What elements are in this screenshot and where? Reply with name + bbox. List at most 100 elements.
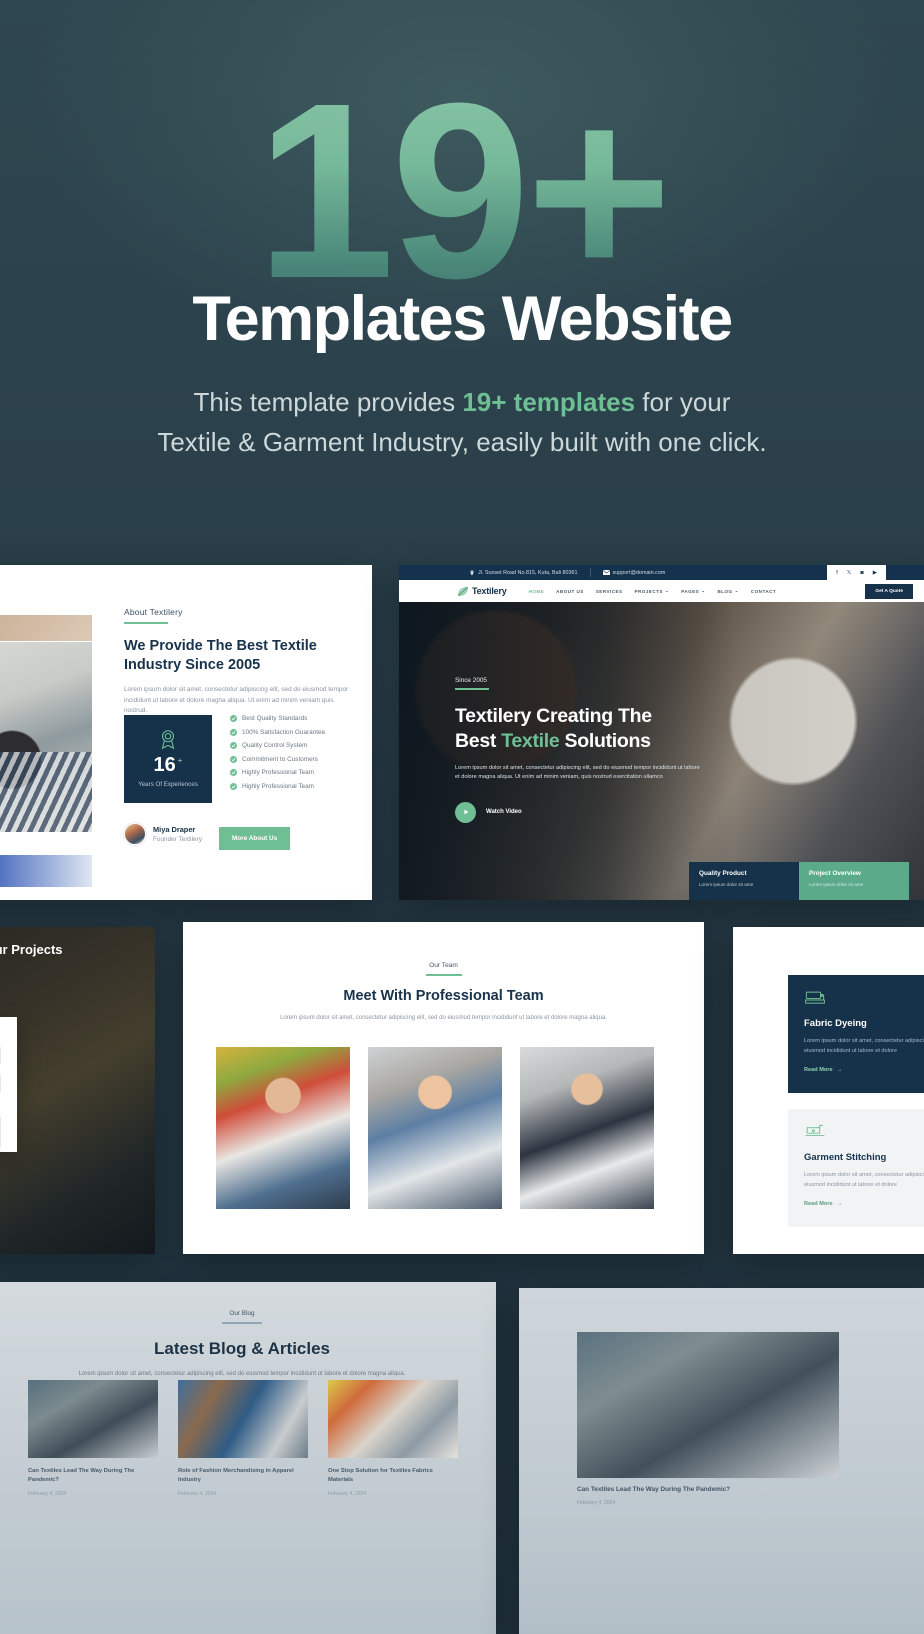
topbar-email[interactable]: support@domain.com bbox=[591, 565, 678, 580]
stitching-machine-icon bbox=[804, 1123, 826, 1141]
nav-item-about-us[interactable]: ABOUT US bbox=[556, 589, 584, 594]
site-logo[interactable]: Textilery bbox=[457, 586, 507, 597]
post-thumbnail bbox=[328, 1380, 458, 1458]
service-card-garment-stitching[interactable]: Garment Stitching Lorem ipsum dolor sit … bbox=[788, 1109, 924, 1227]
nav-item-services[interactable]: SERVICES bbox=[596, 589, 623, 594]
x-twitter-icon[interactable]: 𝕏 bbox=[847, 570, 852, 576]
main-nav: HOME ABOUT US SERVICES PROJECTS ⌄ PAGES ⌄ … bbox=[529, 588, 777, 594]
founder-name: Miya Draper bbox=[153, 825, 196, 834]
site-topbar: Jl. Sunset Road No.815, Kuta, Bali 80361… bbox=[399, 565, 924, 580]
blog-template-card[interactable]: Our Blog Latest Blog & Articles Lorem ip… bbox=[0, 1282, 496, 1634]
stat-plus: + bbox=[177, 756, 183, 766]
blog-heading: Latest Blog & Articles bbox=[153, 1338, 331, 1358]
homepage-template-card[interactable]: Jl. Sunset Road No.815, Kuta, Bali 80361… bbox=[399, 565, 924, 900]
arrow-right-icon: → bbox=[836, 1201, 843, 1207]
experience-stat-box: 16 + Years Of Experiences bbox=[124, 715, 212, 803]
headline-line2a: Best bbox=[455, 729, 502, 752]
list-item[interactable]: Role of Fashion Merchandising in Apparel… bbox=[178, 1380, 308, 1497]
feature-card-desc: Lorem ipsum dolor sit ame bbox=[809, 882, 864, 887]
hero-sub-before: This template provides bbox=[193, 387, 463, 417]
eyebrow-rule bbox=[124, 622, 168, 624]
youtube-icon[interactable]: ▶ bbox=[873, 570, 877, 576]
team-member-2-photo[interactable] bbox=[368, 1047, 502, 1209]
feature-card-quality-product[interactable]: Quality Product Lorem ipsum dolor sit am… bbox=[689, 862, 799, 900]
feature-label: 100% Satisfaction Guarantee bbox=[242, 728, 326, 736]
nav-item-projects[interactable]: PROJECTS ⌄ bbox=[635, 588, 670, 594]
nav-item-home[interactable]: HOME bbox=[529, 589, 545, 594]
since-label: Since 2005 bbox=[455, 677, 487, 684]
instagram-icon[interactable]: ◙ bbox=[860, 570, 863, 576]
about-eyebrow: About Textilery bbox=[124, 607, 183, 617]
feature-card-title: Quality Product bbox=[699, 870, 747, 877]
service-title: Garment Stitching bbox=[804, 1152, 887, 1163]
chevron-down-icon: ⌄ bbox=[734, 588, 739, 593]
service-desc: Lorem ipsum dolor sit amet, consectetur … bbox=[804, 1038, 924, 1054]
nav-item-contact[interactable]: CONTACT bbox=[751, 589, 776, 594]
topbar-address: Jl. Sunset Road No.815, Kuta, Bali 80361 bbox=[457, 565, 590, 580]
read-more-label: Read More bbox=[804, 1067, 833, 1073]
contact-form-panel[interactable]: Email Email Address ▾ bbox=[0, 1017, 17, 1152]
facebook-icon[interactable]: f bbox=[836, 570, 838, 576]
blog-eyebrow: Our Blog bbox=[229, 1310, 255, 1317]
about-body: About Textilery We Provide The Best Text… bbox=[124, 607, 354, 717]
list-item: Commitment to Customers bbox=[230, 755, 372, 763]
blog-paragraph: Lorem ipsum dolor sit amet, consectetur … bbox=[78, 1370, 406, 1377]
founder-block: Miya Draper Founder Textilery bbox=[124, 823, 202, 845]
team-paragraph: Lorem ipsum dolor sit amet, consectetur … bbox=[280, 1014, 607, 1021]
check-circle-icon bbox=[230, 755, 237, 763]
blog-detail-template-card[interactable]: Can Textiles Lead The Way During The Pan… bbox=[519, 1288, 924, 1634]
services-template-card[interactable]: Fabric Dyeing Lorem ipsum dolor sit amet… bbox=[733, 927, 924, 1254]
post-date: February 4, 2024 bbox=[577, 1500, 616, 1506]
message-textarea[interactable] bbox=[0, 1117, 1, 1147]
about-paragraph: Lorem ipsum dolor sit amet, consectetur … bbox=[124, 686, 349, 714]
social-links[interactable]: f 𝕏 ◙ ▶ bbox=[827, 565, 886, 580]
more-about-us-button[interactable]: More About Us bbox=[219, 827, 291, 850]
stat-value: 16 bbox=[153, 754, 176, 776]
post-date: February 4, 2024 bbox=[28, 1491, 67, 1497]
team-member-1-photo[interactable] bbox=[216, 1047, 350, 1209]
textilery-leaf-icon bbox=[458, 586, 468, 596]
hero-section: 19+ Templates Website This template prov… bbox=[0, 0, 924, 560]
email-input[interactable]: Email Address bbox=[0, 1047, 1, 1064]
feature-card-desc: Lorem ipsum dolor sit ame bbox=[699, 882, 754, 887]
get-a-quote-button[interactable]: Get A Quote bbox=[865, 583, 913, 599]
nav-item-pages[interactable]: PAGES ⌄ bbox=[681, 588, 705, 594]
hero-subtitle: This template provides 19+ templates for… bbox=[0, 382, 924, 462]
feature-label: Best Quality Standards bbox=[242, 715, 308, 722]
list-item[interactable]: Can Textiles Lead The Way During The Pan… bbox=[28, 1380, 158, 1497]
address-text: Jl. Sunset Road No.815, Kuta, Bali 80361 bbox=[478, 569, 578, 576]
read-more-link[interactable]: Read More → bbox=[804, 1201, 924, 1207]
team-grid bbox=[216, 1047, 654, 1209]
service-card-fabric-dyeing[interactable]: Fabric Dyeing Lorem ipsum dolor sit amet… bbox=[788, 975, 924, 1093]
feature-label: Highly Professional Team bbox=[242, 782, 314, 790]
sewing-machine-icon bbox=[804, 989, 826, 1007]
post-title: One Stop Solution for Textiles Fabrics M… bbox=[328, 1468, 433, 1483]
select-input[interactable]: ▾ bbox=[0, 1075, 1, 1092]
feature-card-project-overview[interactable]: Project Overview Lorem ipsum dolor sit a… bbox=[799, 862, 909, 900]
read-more-link[interactable]: Read More → bbox=[804, 1067, 924, 1073]
post-title: Role of Fashion Merchandising in Apparel… bbox=[178, 1468, 294, 1483]
service-title: Fabric Dyeing bbox=[804, 1018, 867, 1029]
site-navbar: Textilery HOME ABOUT US SERVICES PROJECT… bbox=[399, 580, 924, 602]
feature-label: Quality Control System bbox=[242, 742, 308, 750]
hero-headline: Textilery Creating The Best Textile Solu… bbox=[455, 704, 755, 754]
projects-template-card[interactable]: Our Projects Email Email Address ▾ bbox=[0, 927, 155, 1254]
nav-item-blog[interactable]: BLOG ⌄ bbox=[718, 588, 739, 594]
check-circle-icon bbox=[230, 728, 237, 736]
since-rule bbox=[455, 688, 489, 690]
post-thumbnail bbox=[178, 1380, 308, 1458]
about-image-main bbox=[0, 642, 92, 832]
about-template-card[interactable]: About Textilery We Provide The Best Text… bbox=[0, 565, 372, 900]
founder-role: Founder Textilery bbox=[153, 836, 202, 843]
hero-sub-line2: Textile & Garment Industry, easily built… bbox=[157, 427, 767, 457]
experience-number: 16 + bbox=[124, 754, 212, 777]
headline-line2c: Solutions bbox=[559, 729, 651, 752]
team-heading: Meet With Professional Team bbox=[343, 987, 544, 1004]
team-member-3-photo[interactable] bbox=[520, 1047, 654, 1209]
watch-video-label: Watch Video bbox=[486, 809, 522, 816]
watch-video-button[interactable]: Watch Video bbox=[455, 801, 755, 823]
list-item[interactable]: One Stop Solution for Textiles Fabrics M… bbox=[328, 1380, 458, 1497]
list-item: 100% Satisfaction Guarantee bbox=[230, 728, 372, 736]
list-item: Highly Professional Team bbox=[230, 769, 372, 777]
team-template-card[interactable]: Our Team Meet With Professional Team Lor… bbox=[183, 922, 704, 1254]
